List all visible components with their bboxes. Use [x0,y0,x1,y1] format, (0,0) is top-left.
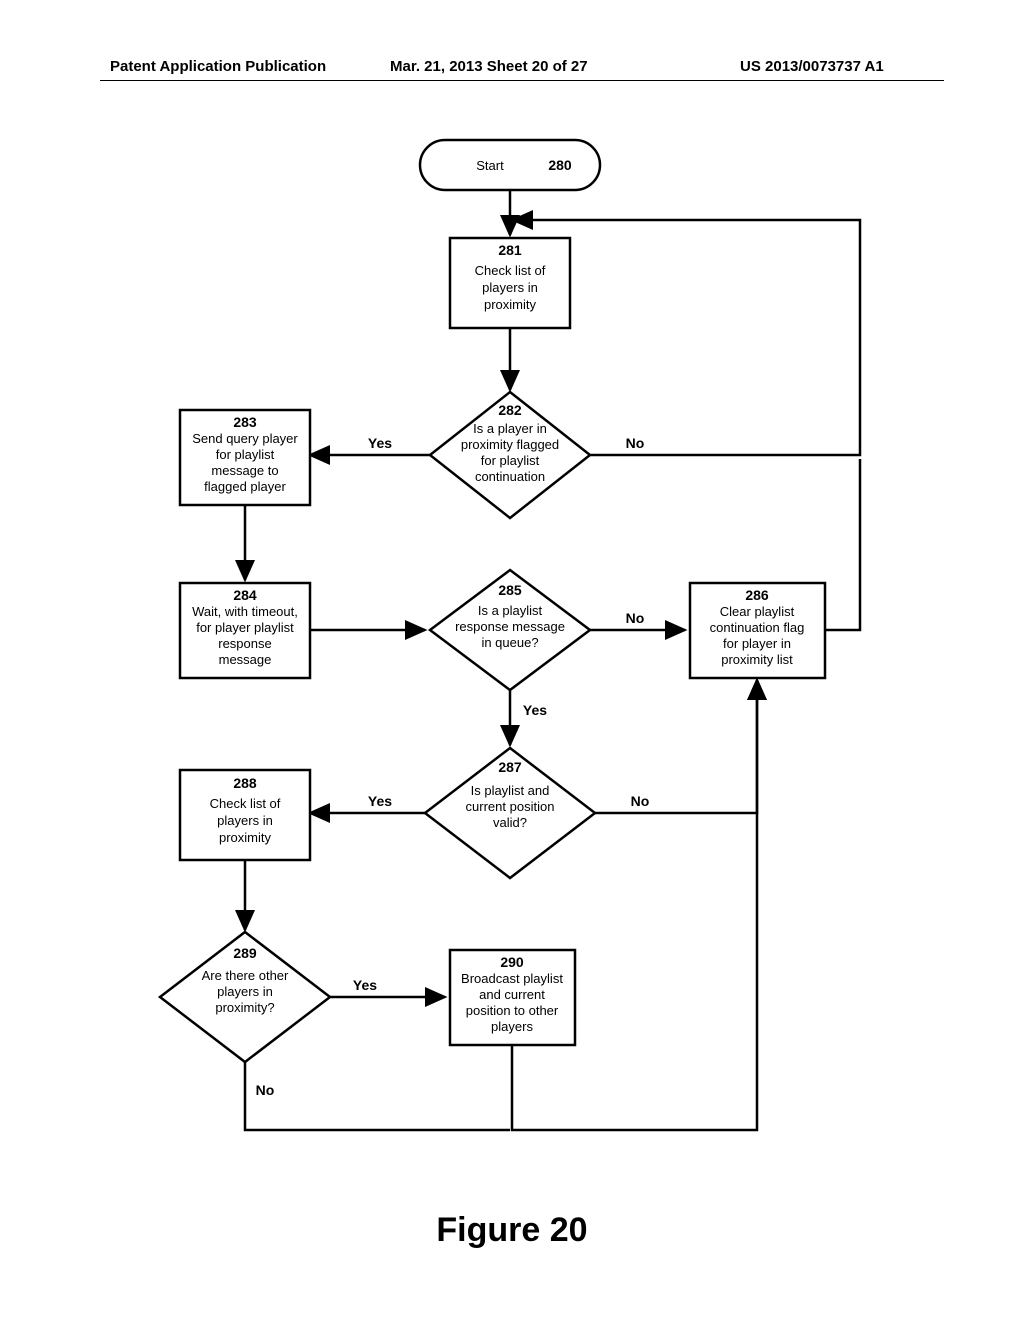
figure-title: Figure 20 [0,1211,1024,1250]
node-285-l2: response message [455,619,565,634]
node-281-l1: Check list of [475,263,546,278]
node-288-l1: Check list of [210,796,281,811]
node-283-l2: for playlist [216,447,275,462]
node-286-num: 286 [745,587,769,603]
node-290-l1: Broadcast playlist [461,971,563,986]
node-281-l2: players in [482,280,538,295]
node-290-num: 290 [500,954,524,970]
node-282-l1: Is a player in [473,421,547,436]
node-283-num: 283 [233,414,257,430]
node-285-l3: in queue? [481,635,538,650]
edge-282-yes-label: Yes [368,435,392,451]
node-start-num: 280 [548,157,572,173]
node-285-l1: Is a playlist [478,603,543,618]
node-289-l1: Are there other [202,968,289,983]
edge-289-no-label: No [256,1082,275,1098]
node-285-num: 285 [498,582,522,598]
node-288-num: 288 [233,775,257,791]
header-left: Patent Application Publication [110,58,326,75]
node-289-num: 289 [233,945,257,961]
node-289-l2: players in [217,984,273,999]
node-287-l1: Is playlist and [471,783,550,798]
edge-286-loop [825,459,860,630]
node-286-l4: proximity list [721,652,793,667]
flowchart: Start 280 281 Check list of players in p… [100,120,940,1170]
node-start [420,140,600,190]
node-282-l2: proximity flagged [461,437,559,452]
node-290-l3: position to other [466,1003,559,1018]
node-290-l4: players [491,1019,533,1034]
node-286-l1: Clear playlist [720,604,795,619]
node-283-l3: message to [211,463,278,478]
node-287-l2: current position [466,799,555,814]
node-287-l3: valid? [493,815,527,830]
node-283-l1: Send query player [192,431,298,446]
node-281-num: 281 [498,242,522,258]
node-282-l3: for playlist [481,453,540,468]
node-284-l4: message [219,652,272,667]
edge-285-yes-label: Yes [523,702,547,718]
header-mid: Mar. 21, 2013 Sheet 20 of 27 [390,58,588,75]
edge-287-yes-label: Yes [368,793,392,809]
node-286-l3: for player in [723,636,791,651]
node-282-num: 282 [498,402,522,418]
edge-287-no-label: No [631,793,650,809]
edge-290-286 [512,680,757,1130]
node-286-l2: continuation flag [710,620,805,635]
node-288-l3: proximity [219,830,272,845]
header-right: US 2013/0073737 A1 [740,58,884,75]
node-287-num: 287 [498,759,522,775]
node-284-num: 284 [233,587,257,603]
node-290-l2: and current [479,987,545,1002]
edge-289-no [245,1062,510,1130]
node-start-label: Start [476,158,504,173]
edge-285-no-label: No [626,610,645,626]
node-282-l4: continuation [475,469,545,484]
header-rule [100,80,944,81]
node-288-l2: players in [217,813,273,828]
node-284-l1: Wait, with timeout, [192,604,298,619]
node-284-l2: for player playlist [196,620,294,635]
node-281-l3: proximity [484,297,537,312]
node-283-l4: flagged player [204,479,286,494]
node-284-l3: response [218,636,271,651]
edge-289-yes-label: Yes [353,977,377,993]
node-289-l3: proximity? [215,1000,274,1015]
edge-282-no-label: No [626,435,645,451]
edge-287-no [595,680,757,813]
